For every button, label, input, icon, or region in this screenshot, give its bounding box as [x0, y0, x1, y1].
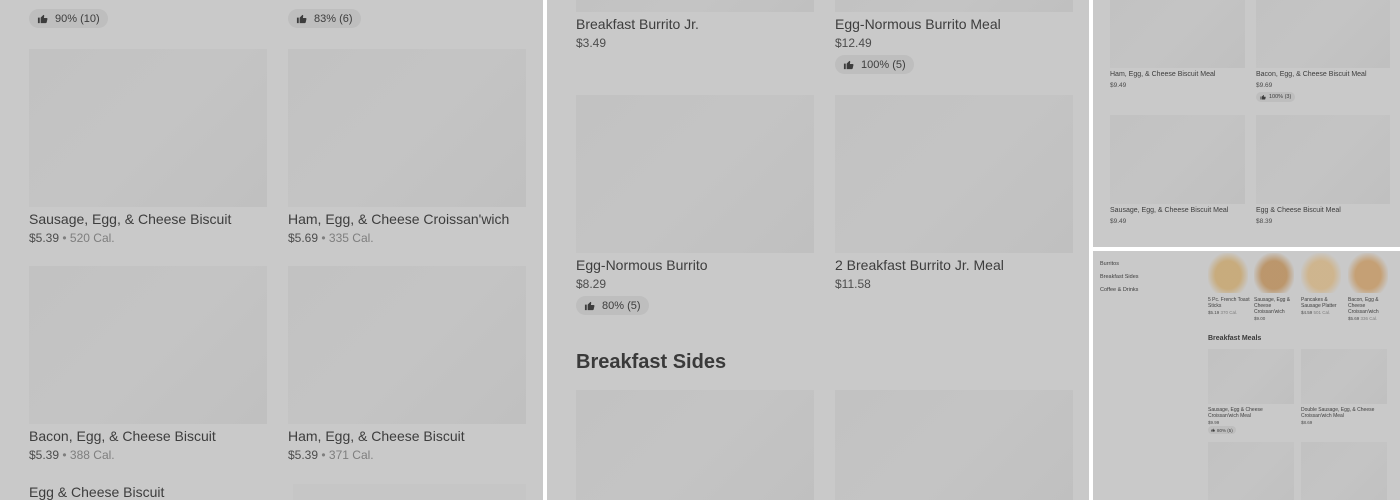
rating-badge: 100% (3)	[1256, 92, 1296, 102]
menu-item-title[interactable]: Sausage, Egg & Cheese Croissan'wich	[1254, 297, 1296, 315]
menu-item-title[interactable]: Ham, Egg, & Cheese Biscuit	[288, 428, 465, 444]
thumbs-up-icon	[584, 300, 595, 311]
menu-item-title[interactable]: Ham, Egg, & Cheese Biscuit Meal	[1110, 71, 1215, 78]
menu-panel-middle: Breakfast Burrito Jr. $3.49 Egg-Normous …	[547, 0, 1089, 500]
rating-badge: 80% (5)	[576, 296, 649, 315]
menu-item-image[interactable]	[835, 390, 1073, 500]
menu-item-price: $9.69	[1256, 82, 1273, 89]
sidebar-item-burritos[interactable]: Burritos	[1100, 261, 1119, 267]
menu-item-image[interactable]	[835, 95, 1073, 253]
menu-item-title[interactable]: Double Sausage, Egg, & Cheese Croissan'w…	[1301, 407, 1381, 419]
menu-item-title[interactable]: Sausage, Egg, & Cheese Biscuit Meal	[1110, 207, 1228, 214]
menu-panel-top-right: Ham, Egg, & Cheese Biscuit Meal $9.49 Ba…	[1093, 0, 1400, 247]
menu-item-price: $4.59 501 Cal.	[1301, 310, 1331, 315]
menu-item-title[interactable]: Egg & Cheese Biscuit Meal	[1256, 207, 1341, 214]
menu-item-title[interactable]: Egg & Cheese Biscuit	[29, 484, 164, 500]
menu-item-image[interactable]	[1208, 442, 1294, 500]
menu-item-image[interactable]	[835, 0, 1073, 12]
menu-item-price: $5.19 370 Cal.	[1208, 310, 1238, 315]
section-heading: Breakfast Sides	[576, 351, 727, 373]
menu-item-price: $8.39	[1256, 218, 1273, 225]
menu-item-title[interactable]: Egg-Normous Burrito Meal	[835, 16, 1001, 32]
menu-item-image[interactable]	[1208, 349, 1294, 404]
menu-item-price: $5.39 • 520 Cal.	[29, 231, 115, 245]
menu-item-image[interactable]	[576, 0, 814, 12]
thumbs-up-icon	[37, 13, 48, 24]
menu-item-price: $8.29	[576, 277, 607, 291]
food-image[interactable]	[1254, 253, 1294, 293]
thumbs-up-icon	[296, 13, 307, 24]
menu-item-image[interactable]	[1301, 349, 1387, 404]
rating-text: 90% (10)	[55, 12, 100, 25]
sidebar-item-breakfast-sides[interactable]: Breakfast Sides	[1100, 274, 1139, 280]
menu-item-title[interactable]: Egg-Normous Burrito	[576, 257, 708, 273]
menu-item-price: $11.58	[835, 277, 871, 291]
menu-item-image[interactable]	[29, 49, 267, 207]
menu-item-image[interactable]	[576, 95, 814, 253]
menu-item-title[interactable]: Bacon, Egg & Cheese Croissan'wich	[1348, 297, 1390, 315]
thumbs-up-icon	[843, 59, 854, 70]
menu-item-price: $9.99	[1208, 420, 1220, 425]
menu-item-price: $8.69	[1301, 420, 1313, 425]
menu-item-image[interactable]	[576, 390, 814, 500]
menu-panel-bottom-right: Burritos Breakfast Sides Coffee & Drinks…	[1093, 251, 1400, 500]
menu-item-title[interactable]: Bacon, Egg, & Cheese Biscuit	[29, 428, 216, 444]
menu-item-title[interactable]: Sausage, Egg & Cheese Croissan'wich Meal	[1208, 407, 1278, 419]
rating-badge: 90% (10)	[29, 9, 108, 28]
menu-item-image[interactable]	[1256, 0, 1390, 68]
rating-badge: 83% (6)	[288, 9, 361, 28]
menu-item-image[interactable]	[29, 266, 267, 424]
menu-item-price: $9.00	[1254, 316, 1266, 321]
menu-item-title[interactable]: 2 Breakfast Burrito Jr. Meal	[835, 257, 1004, 273]
menu-item-image[interactable]	[1110, 115, 1245, 204]
menu-item-title[interactable]: Breakfast Burrito Jr.	[576, 16, 699, 32]
menu-item-image[interactable]	[1256, 115, 1390, 204]
rating-text: 80% (5)	[602, 299, 641, 312]
thumbs-up-icon	[1260, 94, 1266, 100]
menu-item-title[interactable]: Sausage, Egg, & Cheese Biscuit	[29, 211, 231, 227]
menu-item-price: $5.39 • 371 Cal.	[288, 448, 374, 462]
menu-item-image[interactable]	[1301, 442, 1387, 500]
menu-item-image[interactable]	[288, 266, 526, 424]
rating-text: 80% (5)	[1217, 427, 1233, 433]
menu-item-image[interactable]	[293, 484, 526, 500]
menu-item-title[interactable]: Bacon, Egg, & Cheese Biscuit Meal	[1256, 71, 1367, 78]
menu-item-price: $5.69 • 335 Cal.	[288, 231, 374, 245]
menu-panel-left: 90% (10) 83% (6) Sausage, Egg, & Cheese …	[0, 0, 543, 500]
menu-item-price: $3.49	[576, 36, 607, 50]
rating-badge: 100% (5)	[835, 55, 914, 74]
rating-text: 100% (3)	[1269, 94, 1292, 100]
sidebar-item-coffee-drinks[interactable]: Coffee & Drinks	[1100, 287, 1138, 293]
menu-item-price: $9.49	[1110, 218, 1127, 225]
food-image[interactable]	[1208, 253, 1248, 293]
rating-text: 83% (6)	[314, 12, 353, 25]
menu-item-price: $5.69 336 Cal.	[1348, 316, 1378, 321]
menu-item-image[interactable]	[288, 49, 526, 207]
rating-text: 100% (5)	[861, 58, 906, 71]
menu-item-title[interactable]: Ham, Egg, & Cheese Croissan'wich	[288, 211, 509, 227]
section-heading: Breakfast Meals	[1208, 335, 1262, 342]
menu-item-price: $5.39 • 388 Cal.	[29, 448, 115, 462]
rating-badge: 80% (5)	[1208, 426, 1236, 434]
menu-item-price: $12.49	[835, 36, 872, 50]
food-image[interactable]	[1301, 253, 1341, 293]
menu-item-price: $9.49	[1110, 82, 1127, 89]
food-image[interactable]	[1348, 253, 1388, 293]
menu-item-image[interactable]	[1110, 0, 1245, 68]
menu-item-title[interactable]: Pancakes & Sausage Platter	[1301, 297, 1343, 309]
thumbs-up-icon	[1211, 428, 1215, 432]
menu-item-title[interactable]: 5 Pc. French Toast Sticks	[1208, 297, 1250, 309]
